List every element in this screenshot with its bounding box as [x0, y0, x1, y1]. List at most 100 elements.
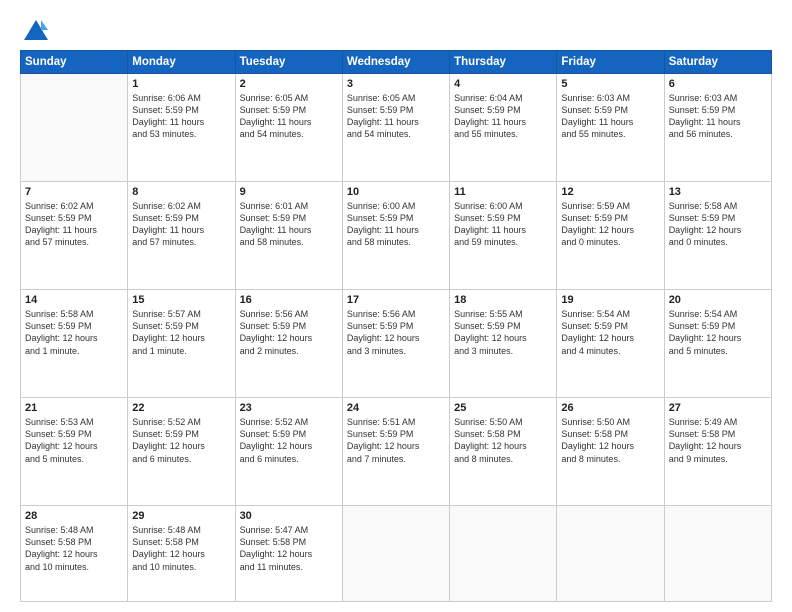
calendar-week-row: 1 Sunrise: 6:06 AM Sunset: 5:59 PM Daylig…: [21, 74, 772, 182]
day-number: 19: [561, 294, 659, 306]
cell-daylight-info: Sunrise: 6:05 AM Sunset: 5:59 PM Dayligh…: [347, 92, 445, 141]
weekday-header-row: SundayMondayTuesdayWednesdayThursdayFrid…: [21, 51, 772, 74]
weekday-header-saturday: Saturday: [664, 51, 771, 74]
calendar-cell: 9 Sunrise: 6:01 AM Sunset: 5:59 PM Daylig…: [235, 182, 342, 290]
calendar-cell: 29 Sunrise: 5:48 AM Sunset: 5:58 PM Dayli…: [128, 506, 235, 602]
calendar-cell: [21, 74, 128, 182]
day-number: 1: [132, 78, 230, 90]
day-number: 26: [561, 402, 659, 414]
logo-icon: [22, 18, 50, 46]
cell-daylight-info: Sunrise: 5:56 AM Sunset: 5:59 PM Dayligh…: [240, 308, 338, 357]
calendar-cell: 8Sunrise: 6:02 AM Sunset: 5:59 PM Daylig…: [128, 182, 235, 290]
calendar-cell: 18 Sunrise: 5:55 AM Sunset: 5:59 PM Dayli…: [450, 290, 557, 398]
cell-daylight-info: Sunrise: 6:01 AM Sunset: 5:59 PM Dayligh…: [240, 200, 338, 249]
day-number: 2: [240, 78, 338, 90]
calendar-cell: 15 Sunrise: 5:57 AM Sunset: 5:59 PM Dayli…: [128, 290, 235, 398]
weekday-header-monday: Monday: [128, 51, 235, 74]
weekday-header-friday: Friday: [557, 51, 664, 74]
calendar-cell: 2Sunrise: 6:05 AM Sunset: 5:59 PM Daylig…: [235, 74, 342, 182]
day-number: 23: [240, 402, 338, 414]
calendar-week-row: 28 Sunrise: 5:48 AM Sunset: 5:58 PM Dayli…: [21, 506, 772, 602]
calendar-cell: 23 Sunrise: 5:52 AM Sunset: 5:59 PM Dayli…: [235, 398, 342, 506]
cell-daylight-info: Sunrise: 5:58 AM Sunset: 5:59 PM Dayligh…: [669, 200, 767, 249]
calendar-cell: 16Sunrise: 5:56 AM Sunset: 5:59 PM Dayli…: [235, 290, 342, 398]
day-number: 11: [454, 186, 552, 198]
day-number: 3: [347, 78, 445, 90]
day-number: 14: [25, 294, 123, 306]
weekday-header-wednesday: Wednesday: [342, 51, 449, 74]
cell-daylight-info: Sunrise: 5:47 AM Sunset: 5:58 PM Dayligh…: [240, 524, 338, 573]
cell-daylight-info: Sunrise: 5:50 AM Sunset: 5:58 PM Dayligh…: [454, 416, 552, 465]
cell-daylight-info: Sunrise: 5:52 AM Sunset: 5:59 PM Dayligh…: [240, 416, 338, 465]
day-number: 28: [25, 510, 123, 522]
calendar-cell: 1 Sunrise: 6:06 AM Sunset: 5:59 PM Daylig…: [128, 74, 235, 182]
cell-daylight-info: Sunrise: 5:59 AM Sunset: 5:59 PM Dayligh…: [561, 200, 659, 249]
day-number: 9: [240, 186, 338, 198]
cell-daylight-info: Sunrise: 5:48 AM Sunset: 5:58 PM Dayligh…: [25, 524, 123, 573]
weekday-header-tuesday: Tuesday: [235, 51, 342, 74]
day-number: 21: [25, 402, 123, 414]
cell-daylight-info: Sunrise: 6:03 AM Sunset: 5:59 PM Dayligh…: [561, 92, 659, 141]
cell-daylight-info: Sunrise: 5:52 AM Sunset: 5:59 PM Dayligh…: [132, 416, 230, 465]
day-number: 7: [25, 186, 123, 198]
calendar-cell: 24Sunrise: 5:51 AM Sunset: 5:59 PM Dayli…: [342, 398, 449, 506]
calendar-cell: 28 Sunrise: 5:48 AM Sunset: 5:58 PM Dayli…: [21, 506, 128, 602]
calendar-cell: 4 Sunrise: 6:04 AM Sunset: 5:59 PM Daylig…: [450, 74, 557, 182]
cell-daylight-info: Sunrise: 5:56 AM Sunset: 5:59 PM Dayligh…: [347, 308, 445, 357]
day-number: 20: [669, 294, 767, 306]
calendar-week-row: 14 Sunrise: 5:58 AM Sunset: 5:59 PM Dayli…: [21, 290, 772, 398]
day-number: 22: [132, 402, 230, 414]
weekday-header-thursday: Thursday: [450, 51, 557, 74]
day-number: 6: [669, 78, 767, 90]
calendar-cell: 21 Sunrise: 5:53 AM Sunset: 5:59 PM Dayli…: [21, 398, 128, 506]
calendar-week-row: 21 Sunrise: 5:53 AM Sunset: 5:59 PM Dayli…: [21, 398, 772, 506]
cell-daylight-info: Sunrise: 5:58 AM Sunset: 5:59 PM Dayligh…: [25, 308, 123, 357]
day-number: 5: [561, 78, 659, 90]
calendar-table: SundayMondayTuesdayWednesdayThursdayFrid…: [20, 50, 772, 602]
calendar-cell: 19Sunrise: 5:54 AM Sunset: 5:59 PM Dayli…: [557, 290, 664, 398]
day-number: 25: [454, 402, 552, 414]
calendar-cell: 10Sunrise: 6:00 AM Sunset: 5:59 PM Dayli…: [342, 182, 449, 290]
cell-daylight-info: Sunrise: 6:00 AM Sunset: 5:59 PM Dayligh…: [347, 200, 445, 249]
weekday-header-sunday: Sunday: [21, 51, 128, 74]
calendar-cell: 3 Sunrise: 6:05 AM Sunset: 5:59 PM Daylig…: [342, 74, 449, 182]
calendar-cell: 5 Sunrise: 6:03 AM Sunset: 5:59 PM Daylig…: [557, 74, 664, 182]
cell-daylight-info: Sunrise: 5:54 AM Sunset: 5:59 PM Dayligh…: [669, 308, 767, 357]
cell-daylight-info: Sunrise: 5:48 AM Sunset: 5:58 PM Dayligh…: [132, 524, 230, 573]
day-number: 29: [132, 510, 230, 522]
cell-daylight-info: Sunrise: 5:49 AM Sunset: 5:58 PM Dayligh…: [669, 416, 767, 465]
calendar-cell: 17 Sunrise: 5:56 AM Sunset: 5:59 PM Dayli…: [342, 290, 449, 398]
day-number: 30: [240, 510, 338, 522]
calendar-cell: 7 Sunrise: 6:02 AM Sunset: 5:59 PM Daylig…: [21, 182, 128, 290]
cell-daylight-info: Sunrise: 5:50 AM Sunset: 5:58 PM Dayligh…: [561, 416, 659, 465]
day-number: 18: [454, 294, 552, 306]
calendar-cell: 11Sunrise: 6:00 AM Sunset: 5:59 PM Dayli…: [450, 182, 557, 290]
logo: [20, 18, 50, 42]
cell-daylight-info: Sunrise: 6:02 AM Sunset: 5:59 PM Dayligh…: [25, 200, 123, 249]
calendar-cell: 6 Sunrise: 6:03 AM Sunset: 5:59 PM Daylig…: [664, 74, 771, 182]
calendar-cell: 22 Sunrise: 5:52 AM Sunset: 5:59 PM Dayli…: [128, 398, 235, 506]
day-number: 13: [669, 186, 767, 198]
cell-daylight-info: Sunrise: 6:06 AM Sunset: 5:59 PM Dayligh…: [132, 92, 230, 141]
calendar-cell: [342, 506, 449, 602]
calendar-cell: 27Sunrise: 5:49 AM Sunset: 5:58 PM Dayli…: [664, 398, 771, 506]
calendar-cell: 26 Sunrise: 5:50 AM Sunset: 5:58 PM Dayli…: [557, 398, 664, 506]
calendar-cell: 30 Sunrise: 5:47 AM Sunset: 5:58 PM Dayli…: [235, 506, 342, 602]
cell-daylight-info: Sunrise: 6:03 AM Sunset: 5:59 PM Dayligh…: [669, 92, 767, 141]
calendar-cell: [450, 506, 557, 602]
cell-daylight-info: Sunrise: 5:55 AM Sunset: 5:59 PM Dayligh…: [454, 308, 552, 357]
cell-daylight-info: Sunrise: 5:57 AM Sunset: 5:59 PM Dayligh…: [132, 308, 230, 357]
cell-daylight-info: Sunrise: 5:53 AM Sunset: 5:59 PM Dayligh…: [25, 416, 123, 465]
day-number: 12: [561, 186, 659, 198]
cell-daylight-info: Sunrise: 6:02 AM Sunset: 5:59 PM Dayligh…: [132, 200, 230, 249]
calendar-cell: 13 Sunrise: 5:58 AM Sunset: 5:59 PM Dayli…: [664, 182, 771, 290]
day-number: 24: [347, 402, 445, 414]
cell-daylight-info: Sunrise: 6:04 AM Sunset: 5:59 PM Dayligh…: [454, 92, 552, 141]
calendar-cell: 20 Sunrise: 5:54 AM Sunset: 5:59 PM Dayli…: [664, 290, 771, 398]
day-number: 4: [454, 78, 552, 90]
calendar-cell: 25 Sunrise: 5:50 AM Sunset: 5:58 PM Dayli…: [450, 398, 557, 506]
day-number: 15: [132, 294, 230, 306]
calendar-cell: [664, 506, 771, 602]
calendar-cell: 12 Sunrise: 5:59 AM Sunset: 5:59 PM Dayli…: [557, 182, 664, 290]
day-number: 17: [347, 294, 445, 306]
